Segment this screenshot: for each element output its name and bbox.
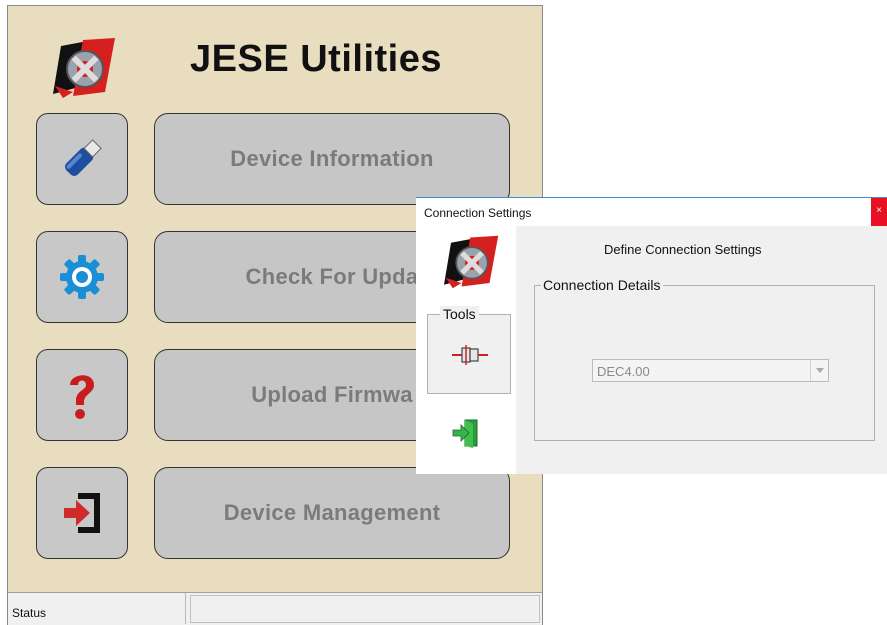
help-question-icon xyxy=(70,375,94,419)
connection-details-group: Connection Details DEC4.00 xyxy=(534,277,875,441)
device-management-icon-button[interactable] xyxy=(36,467,128,559)
exit-icon[interactable] xyxy=(451,418,481,448)
close-button[interactable]: × xyxy=(871,198,887,226)
chevron-down-icon[interactable] xyxy=(810,360,828,381)
tools-group: Tools xyxy=(427,306,511,394)
jese-logo-small-icon xyxy=(444,232,500,292)
jese-logo-icon xyxy=(53,36,117,100)
connection-settings-dialog: Connection Settings × Tools Define Conne… xyxy=(416,197,887,474)
dialog-titlebar[interactable]: Connection Settings × xyxy=(416,198,887,226)
tools-label: Tools xyxy=(440,306,479,322)
dialog-body: Tools Define Connection Settings Connect… xyxy=(416,226,887,474)
status-message-panel xyxy=(190,595,540,623)
device-information-button[interactable]: Device Information xyxy=(154,113,510,205)
dialog-side-panel: Tools xyxy=(416,226,516,474)
status-panel: Status xyxy=(8,593,186,624)
device-information-icon-button[interactable] xyxy=(36,113,128,205)
check-for-updates-icon-button[interactable] xyxy=(36,231,128,323)
connection-type-select[interactable]: DEC4.00 xyxy=(592,359,829,382)
dialog-title: Connection Settings xyxy=(424,206,532,220)
app-title: JESE Utilities xyxy=(190,38,442,80)
connection-type-value: DEC4.00 xyxy=(597,364,650,379)
exit-door-icon xyxy=(64,493,100,533)
gear-icon xyxy=(60,255,104,299)
device-management-button[interactable]: Device Management xyxy=(154,467,510,559)
status-bar: Status xyxy=(8,592,542,625)
connection-plug-icon[interactable] xyxy=(450,343,490,367)
status-label: Status xyxy=(12,606,47,620)
usb-stick-icon xyxy=(64,139,102,177)
dialog-heading: Define Connection Settings xyxy=(604,242,762,257)
upload-firmware-icon-button[interactable] xyxy=(36,349,128,441)
connection-details-label: Connection Details xyxy=(541,277,663,293)
